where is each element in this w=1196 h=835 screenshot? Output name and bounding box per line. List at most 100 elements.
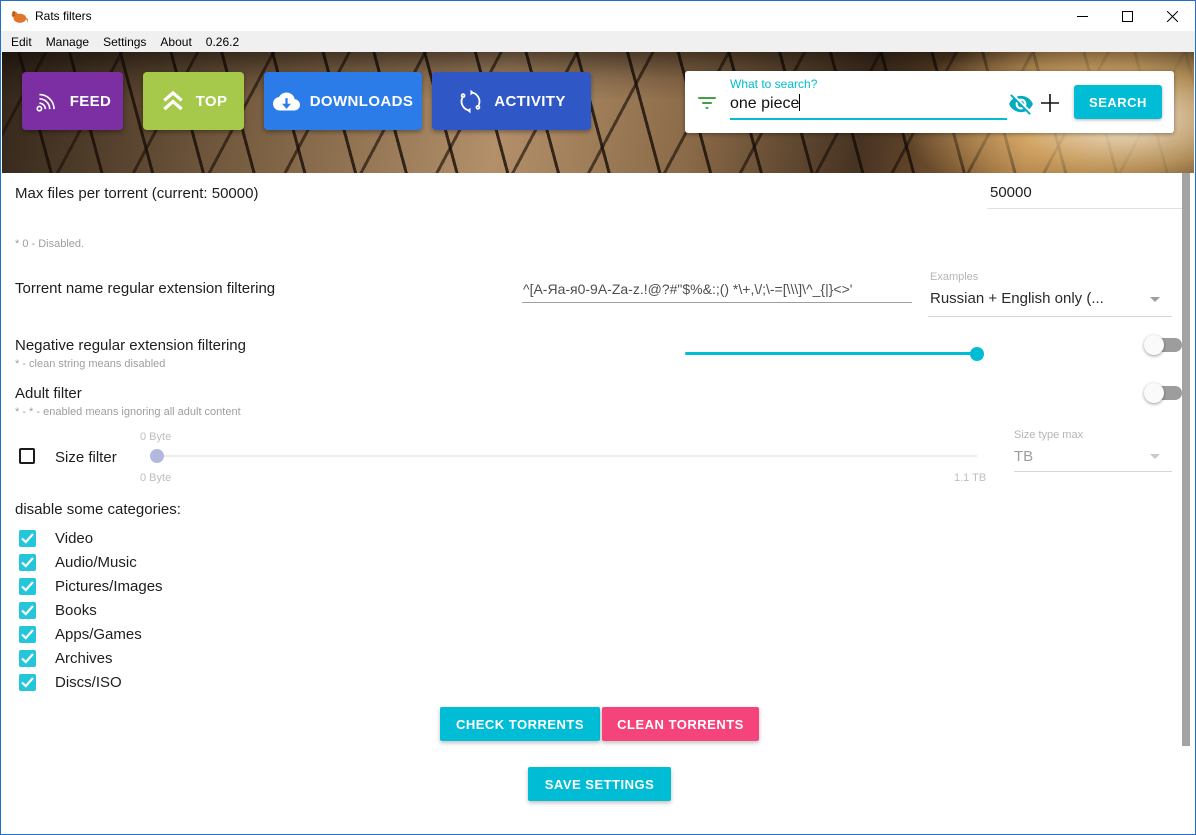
menu-about[interactable]: About (153, 32, 198, 52)
max-files-input-underline (987, 208, 1183, 209)
top-label: TOP (196, 93, 228, 110)
examples-select[interactable]: Russian + English only (... (930, 290, 1104, 307)
search-input[interactable]: one piece (730, 94, 800, 113)
header-banner: FEED TOP DOWNLOADS (2, 52, 1194, 173)
check-icon (21, 533, 34, 544)
close-icon (1167, 11, 1178, 22)
top-button[interactable]: TOP (143, 72, 244, 130)
window-title: Rats filters (35, 9, 92, 23)
chevrons-up-icon (160, 88, 186, 114)
category-checkbox-audio[interactable] (19, 554, 36, 571)
size-slider[interactable] (150, 455, 977, 457)
adult-filter-toggle[interactable] (1144, 382, 1182, 404)
regex-label: Torrent name regular extension filtering (15, 280, 275, 297)
size-max-label: 1.1 TB (954, 472, 986, 484)
text-cursor (799, 94, 800, 111)
category-label: Pictures/Images (55, 578, 163, 595)
category-row: Archives (2, 647, 402, 671)
check-icon (21, 557, 34, 568)
search-button[interactable]: SEARCH (1074, 85, 1162, 119)
search-input-text: one piece (730, 95, 799, 112)
examples-select-underline (928, 316, 1172, 317)
feed-label: FEED (70, 93, 112, 110)
size-type-select[interactable]: TB (1014, 448, 1033, 465)
category-label: Apps/Games (55, 626, 142, 643)
feed-icon (34, 88, 60, 114)
adult-filter-label: Adult filter (15, 385, 82, 402)
size-type-underline (1014, 471, 1172, 472)
menu-version: 0.26.2 (199, 32, 246, 52)
feed-button[interactable]: FEED (22, 72, 123, 130)
search-panel: What to search? one piece SEARCH (685, 71, 1174, 133)
safe-search-toggle[interactable] (1006, 90, 1036, 118)
category-checkbox-books[interactable] (19, 602, 36, 619)
category-checkbox-discs[interactable] (19, 674, 36, 691)
negative-regex-hint: * - clean string means disabled (15, 358, 165, 370)
size-slider-thumb[interactable] (150, 449, 164, 463)
examples-label: Examples (930, 271, 978, 283)
maximize-icon (1122, 11, 1133, 22)
category-checkbox-apps[interactable] (19, 626, 36, 643)
categories-title: disable some categories: (15, 501, 181, 518)
regex-input-underline (522, 302, 912, 303)
check-icon (21, 677, 34, 688)
minimize-button[interactable] (1060, 1, 1105, 31)
settings-page: Max files per torrent (current: 50000) 5… (2, 173, 1194, 833)
save-settings-button[interactable]: SAVE SETTINGS (528, 767, 671, 801)
category-label: Archives (55, 650, 113, 667)
cloud-download-icon (273, 88, 300, 115)
category-label: Discs/ISO (55, 674, 122, 691)
app-logo-icon (10, 7, 28, 25)
activity-label: ACTIVITY (494, 93, 566, 110)
menu-manage[interactable]: Manage (39, 32, 96, 52)
max-files-slider-thumb[interactable] (970, 347, 984, 361)
negative-regex-label: Negative regular extension filtering (15, 337, 246, 354)
category-row: Audio/Music (2, 551, 402, 575)
check-icon (21, 605, 34, 616)
category-label: Video (55, 530, 93, 547)
plus-icon (1038, 91, 1062, 115)
max-files-label: Max files per torrent (current: 50000) (15, 185, 258, 202)
max-files-input[interactable]: 50000 (990, 184, 1032, 201)
category-checkbox-video[interactable] (19, 530, 36, 547)
size-filter-checkbox[interactable] (19, 448, 35, 464)
menu-settings[interactable]: Settings (96, 32, 153, 52)
menu-edit[interactable]: Edit (4, 32, 39, 52)
app-window: Rats filters Edit Manage Settings About … (0, 0, 1196, 835)
category-checkbox-archives[interactable] (19, 650, 36, 667)
sync-icon (457, 88, 484, 115)
add-search-button[interactable] (1036, 88, 1064, 118)
examples-caret-icon[interactable] (1150, 297, 1160, 302)
size-type-caret-icon[interactable] (1150, 454, 1160, 459)
size-current-label: 0 Byte (140, 431, 171, 443)
category-row: Discs/ISO (2, 671, 402, 695)
max-files-hint: * 0 - Disabled. (15, 238, 84, 250)
toggle-knob (1144, 335, 1164, 355)
check-icon (21, 629, 34, 640)
negative-regex-toggle[interactable] (1144, 334, 1182, 356)
minimize-icon (1077, 11, 1088, 22)
category-label: Audio/Music (55, 554, 137, 571)
size-type-label: Size type max (1014, 429, 1083, 441)
downloads-button[interactable]: DOWNLOADS (264, 72, 422, 130)
eye-off-icon (1008, 91, 1034, 117)
toggle-knob (1144, 383, 1164, 403)
activity-button[interactable]: ACTIVITY (432, 72, 591, 130)
menu-bar: Edit Manage Settings About 0.26.2 (1, 31, 1195, 52)
size-min-label: 0 Byte (140, 472, 171, 484)
category-row: Books (2, 599, 402, 623)
check-torrents-button[interactable]: CHECK TORRENTS (440, 707, 600, 741)
search-input-underline (730, 118, 1007, 120)
regex-input[interactable]: ^[А-Яа-я0-9A-Za-z.!@?#"$%&:;() *\+,\/;\-… (523, 281, 852, 297)
category-checkbox-pictures[interactable] (19, 578, 36, 595)
max-files-slider[interactable] (685, 352, 977, 355)
maximize-button[interactable] (1105, 1, 1150, 31)
check-icon (21, 653, 34, 664)
category-row: Pictures/Images (2, 575, 402, 599)
filter-icon (697, 95, 717, 111)
vertical-scrollbar[interactable] (1182, 173, 1190, 746)
clean-torrents-button[interactable]: CLEAN TORRENTS (602, 707, 759, 741)
size-filter-label: Size filter (55, 449, 117, 466)
close-button[interactable] (1150, 1, 1195, 31)
category-row: Video (2, 527, 402, 551)
